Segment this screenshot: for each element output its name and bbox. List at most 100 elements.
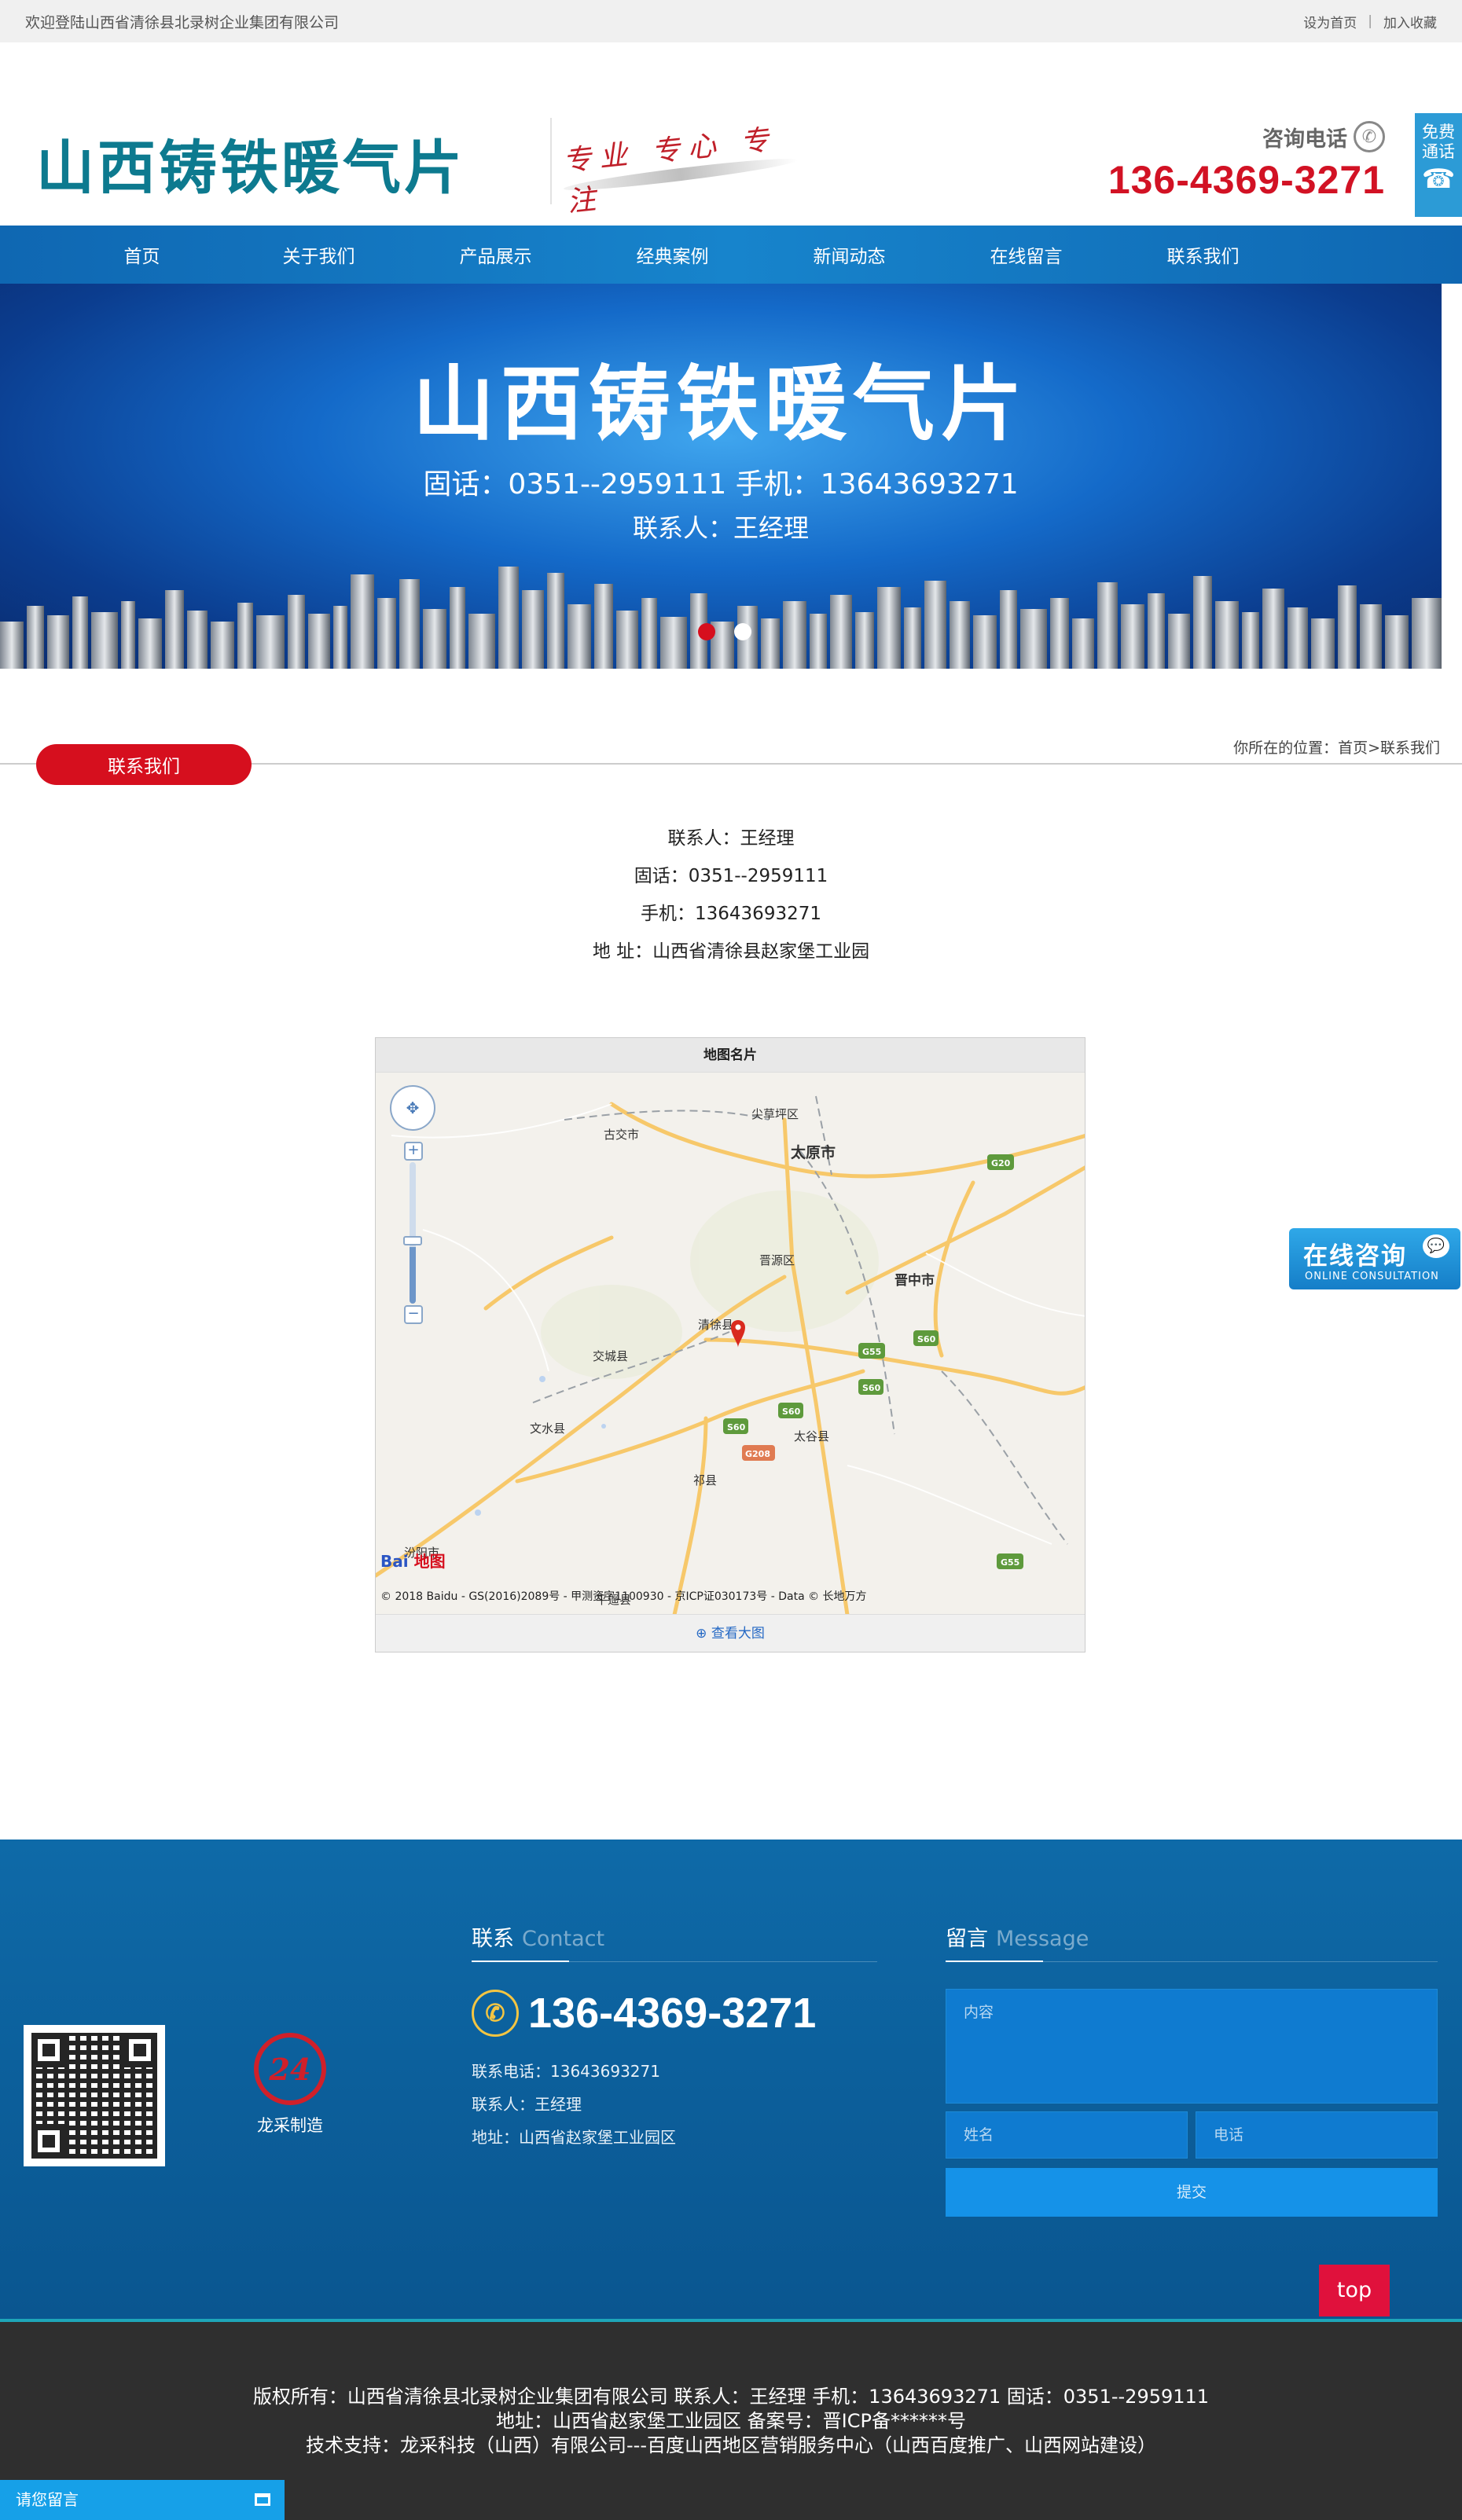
set-home-link[interactable]: 设为首页 xyxy=(1303,12,1357,31)
telephone-icon: ☎ xyxy=(1421,163,1456,195)
hero-banner: 山西铸铁暖气片 固话：0351--2959111 手机：13643693271 … xyxy=(0,284,1442,669)
map-canvas[interactable]: 尖草坪区 古交市 太原市 晋源区 晋中市 清徐县 交城县 文水县 太谷县 祁县 … xyxy=(376,1073,1085,1615)
maker-logo: 24 龙采制造 xyxy=(247,2033,333,2137)
zoom-magnifier-icon: ⊕ xyxy=(696,1626,707,1641)
map-label-jiancaoping: 尖草坪区 xyxy=(751,1107,799,1121)
nav-item-cases[interactable]: 经典案例 xyxy=(584,241,761,268)
banner-phones: 固话：0351--2959111 手机：13643693271 xyxy=(423,468,1019,501)
banner-dot-2[interactable] xyxy=(734,623,751,640)
top-links: 设为首页 | 加入收藏 xyxy=(1303,12,1437,31)
message-submit-button[interactable]: 提交 xyxy=(946,2168,1438,2217)
map-shield-s60-2: S60 xyxy=(862,1383,881,1393)
free-call-line2: 通话 xyxy=(1422,142,1455,161)
baidu-logo: Bai 地图 xyxy=(380,1549,446,1572)
footer-address-line: 地址：山西省赵家堡工业园区 xyxy=(472,2128,676,2147)
chat-bubble-icon: 💬 xyxy=(1423,1234,1449,1258)
map-zoom-in-button[interactable]: + xyxy=(404,1142,423,1161)
footer-message: 留言 Message 内容 姓名 电话 提交 xyxy=(946,1921,1438,2217)
map-label-gujiao: 古交市 xyxy=(604,1128,639,1142)
map-zoom-track[interactable] xyxy=(403,1162,422,1304)
map-label-qingxu: 清徐县 xyxy=(698,1318,733,1332)
nav-item-home[interactable]: 首页 xyxy=(53,241,230,268)
leave-message-label: 请您留言 xyxy=(16,2490,79,2509)
footer-message-title-en: Message xyxy=(996,1927,1089,1951)
top-bar: 欢迎登陆山西省清徐县北录树企业集团有限公司 设为首页 | 加入收藏 xyxy=(0,0,1462,42)
section-head: 你所在的位置：首页>联系我们 联系我们 xyxy=(0,669,1462,802)
top-links-separator: | xyxy=(1368,13,1372,29)
footer-contact-title: 联系 xyxy=(472,1927,514,1951)
map-view-large-link[interactable]: ⊕ 查看大图 xyxy=(376,1614,1085,1652)
map-label-jinzhong: 晋中市 xyxy=(894,1272,935,1289)
contact-mobile: 手机：13643693271 xyxy=(641,904,821,924)
contact-person: 联系人：王经理 xyxy=(667,828,795,849)
message-form: 内容 姓名 电话 提交 xyxy=(946,1989,1438,2217)
site-logo[interactable]: 山西铸铁暖气片 xyxy=(36,121,465,205)
welcome-text: 欢迎登陆山西省清徐县北录树企业集团有限公司 xyxy=(25,13,340,31)
footer-main: 24 龙采制造 联系 Contact ✆ 136-4369-3271 联系电话：1… xyxy=(0,1840,1462,2319)
message-row: 姓名 电话 xyxy=(946,2111,1438,2159)
map-shield-g55-2: G55 xyxy=(1001,1557,1019,1568)
footer-contact: 联系 Contact ✆ 136-4369-3271 联系电话：136436932… xyxy=(472,1921,877,2154)
online-consult-en: ONLINE CONSULTATION xyxy=(1305,1271,1439,1282)
message-name-field[interactable]: 姓名 xyxy=(946,2111,1188,2159)
baidu-logo-text: Bai xyxy=(380,1552,409,1571)
free-call-button[interactable]: 免费 通话 ☎ xyxy=(1415,113,1462,217)
city-skyline xyxy=(0,567,1442,669)
qr-finder-tl xyxy=(31,2033,66,2067)
footer-contact-heading: 联系 Contact xyxy=(472,1921,877,1962)
footer-person-line: 联系人：王经理 xyxy=(472,2095,582,2114)
maker-name: 龙采制造 xyxy=(257,2116,323,2135)
map-shield-g55: G55 xyxy=(862,1347,881,1357)
footer-contact-title-en: Contact xyxy=(522,1927,605,1951)
bookmark-link[interactable]: 加入收藏 xyxy=(1383,12,1437,31)
map-zoom-control: + − xyxy=(403,1142,423,1324)
footer-message-title: 留言 xyxy=(946,1927,988,1951)
qr-finder-bl xyxy=(31,2124,66,2159)
map-label-wenshui: 文水县 xyxy=(530,1421,565,1436)
free-call-line1: 免费 xyxy=(1422,123,1455,141)
nav-item-products[interactable]: 产品展示 xyxy=(407,241,584,268)
copyright-line-3: 技术支持：龙采科技（山西）有限公司---百度山西地区营销服务中心（山西百度推广、… xyxy=(306,2434,1156,2456)
map-copyright: © 2018 Baidu - GS(2016)2089号 - 甲测资字11009… xyxy=(380,1590,867,1603)
copyright-line-1: 版权所有：山西省清徐县北录树企业集团有限公司 联系人：王经理 手机：136436… xyxy=(252,2386,1210,2408)
map-shield-s60-1: S60 xyxy=(917,1334,936,1344)
map-label-jinyuan: 晋源区 xyxy=(759,1253,795,1267)
map-label-taiyuan: 太原市 xyxy=(791,1143,836,1161)
nav-item-contact[interactable]: 联系我们 xyxy=(1115,241,1291,268)
nav-item-message[interactable]: 在线留言 xyxy=(938,241,1115,268)
map-card: 地图名片 尖草坪区 古交市 太原市 晋源区 晋中市 清徐县 交城县 文水县 太谷… xyxy=(375,1037,1085,1652)
qr-pattern xyxy=(31,2033,157,2159)
banner-dot-1[interactable] xyxy=(698,623,715,640)
contact-landline: 固话：0351--2959111 xyxy=(634,866,828,886)
map-zoom-handle[interactable] xyxy=(403,1236,422,1245)
footer-phone-line: 联系电话：13643693271 xyxy=(472,2062,660,2081)
banner-dots xyxy=(698,623,751,640)
map-label-taigu: 太谷县 xyxy=(794,1429,829,1443)
message-phone-field[interactable]: 电话 xyxy=(1196,2111,1438,2159)
message-content-field[interactable]: 内容 xyxy=(946,1989,1438,2104)
qr-code xyxy=(24,2025,165,2166)
section-badge: 联系我们 xyxy=(36,744,252,785)
banner-contact: 联系人：王经理 xyxy=(632,513,809,543)
maximize-icon[interactable] xyxy=(255,2493,270,2506)
banner-title: 山西铸铁暖气片 xyxy=(412,356,1029,452)
back-to-top-button[interactable]: top xyxy=(1319,2265,1390,2316)
consult-phone: 咨询电话 ✆ 136-4369-3271 xyxy=(1108,121,1385,203)
online-consult-button[interactable]: 在线咨询 ONLINE CONSULTATION 💬 xyxy=(1289,1228,1460,1289)
footer-big-phone: ✆ 136-4369-3271 xyxy=(472,1989,877,2038)
slogan: 专业 专心 专注 xyxy=(550,118,810,218)
qr-finder-tr xyxy=(123,2033,157,2067)
map-shield-s60-3: S60 xyxy=(782,1407,801,1417)
map-label-jiaocheng: 交城县 xyxy=(593,1349,628,1363)
nav-item-about[interactable]: 关于我们 xyxy=(230,241,407,268)
site-header: 山西铸铁暖气片 专业 专心 专注 咨询电话 ✆ 136-4369-3271 免费… xyxy=(0,42,1462,226)
consult-number: 136-4369-3271 xyxy=(1108,158,1385,202)
map-label-qixian: 祁县 xyxy=(693,1473,717,1487)
map-pan-control[interactable]: ✥ xyxy=(390,1085,435,1131)
leave-message-tab[interactable]: 请您留言 xyxy=(0,2480,285,2520)
map-shield-s60-4: S60 xyxy=(727,1422,746,1432)
nav-item-news[interactable]: 新闻动态 xyxy=(761,241,938,268)
footer-message-heading: 留言 Message xyxy=(946,1921,1438,1962)
map-shield-g208: G208 xyxy=(745,1449,770,1459)
map-zoom-out-button[interactable]: − xyxy=(404,1305,423,1324)
